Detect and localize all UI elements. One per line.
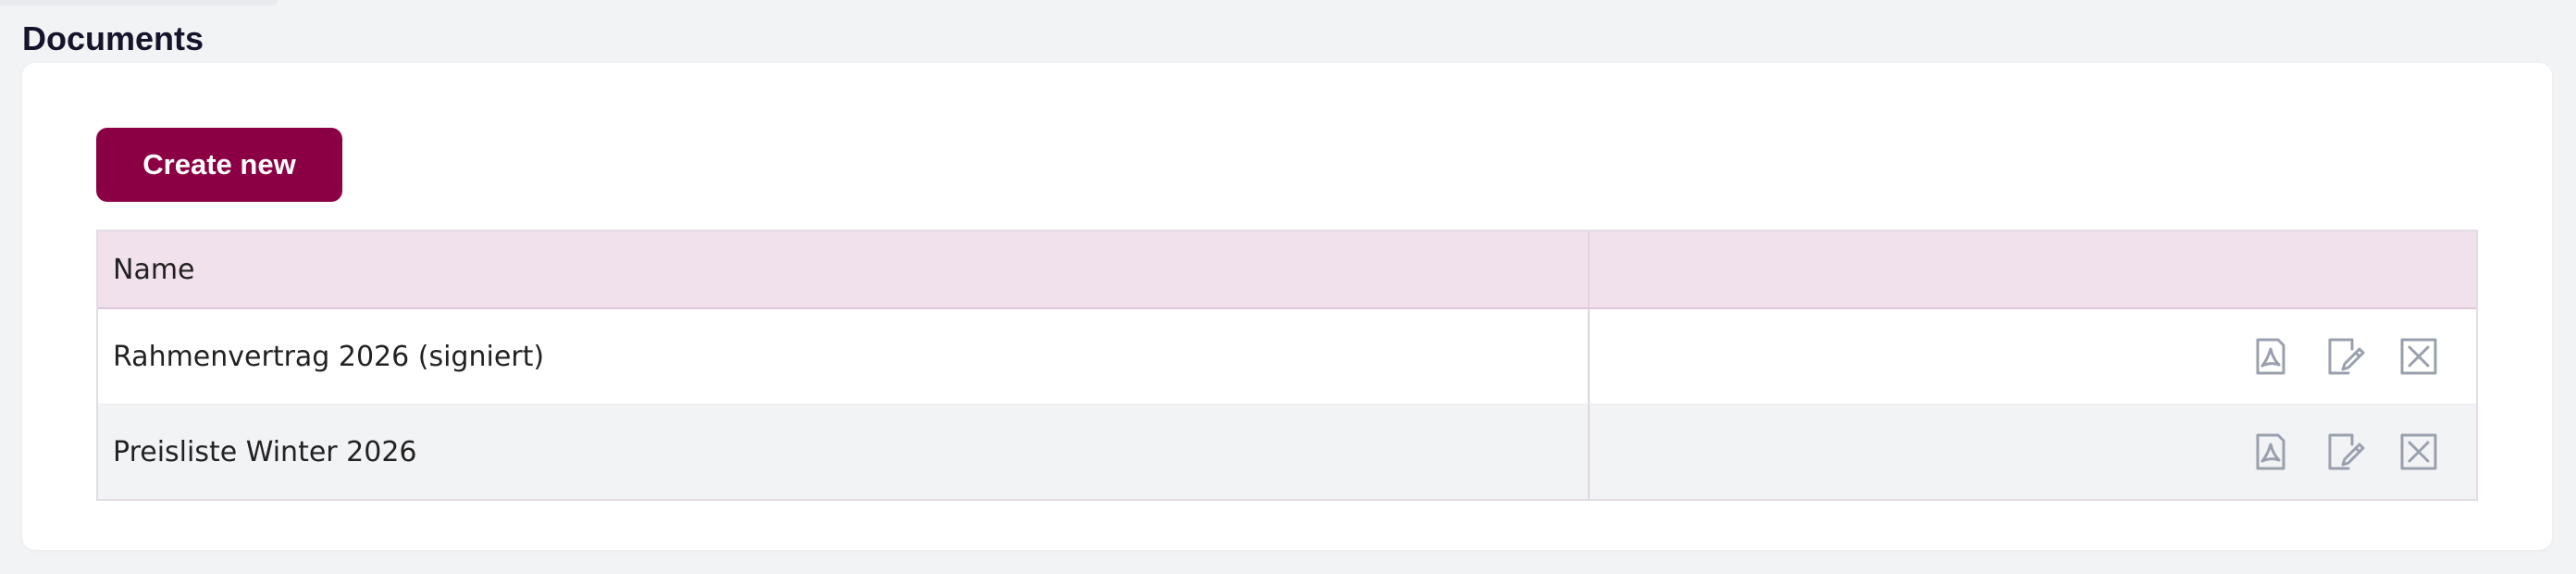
table-row: Rahmenvertrag 2026 (signiert) (98, 309, 2476, 405)
documents-card: Create new Name Rahmenvertrag 2026 (sign… (22, 63, 2552, 550)
row-actions (1590, 405, 2476, 499)
delete-icon[interactable] (2398, 431, 2439, 472)
table-row: Preisliste Winter 2026 (98, 405, 2476, 499)
pdf-icon[interactable] (2250, 431, 2291, 472)
column-header-name: Name (98, 231, 1590, 307)
table-header-row: Name (98, 231, 2476, 309)
create-new-button[interactable]: Create new (96, 128, 342, 202)
delete-icon[interactable] (2398, 336, 2439, 377)
documents-table: Name Rahmenvertrag 2026 (signiert) Preis… (96, 230, 2478, 501)
edit-icon[interactable] (2324, 431, 2365, 472)
page-title: Documents (22, 19, 204, 57)
column-header-actions (1590, 231, 2476, 307)
pdf-icon[interactable] (2250, 336, 2291, 377)
row-actions (1590, 309, 2476, 404)
top-tab-remnant (0, 0, 278, 6)
document-name: Rahmenvertrag 2026 (signiert) (98, 309, 1590, 404)
edit-icon[interactable] (2324, 336, 2365, 377)
document-name: Preisliste Winter 2026 (98, 405, 1590, 499)
